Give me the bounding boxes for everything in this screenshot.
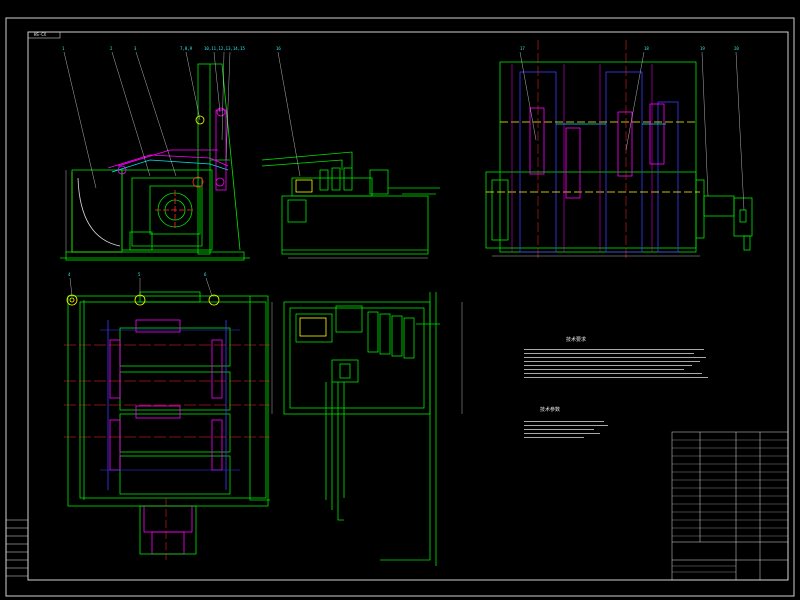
note-line: [524, 357, 706, 358]
specs-heading: 技术参数: [540, 407, 561, 413]
callout-3: 3: [134, 46, 137, 51]
callout-18: 18: [644, 46, 649, 51]
spec-line: [524, 425, 608, 426]
rear-view: [485, 40, 753, 260]
callout-16: 16: [276, 46, 281, 51]
hydraulic-station-plan: [271, 292, 463, 566]
outer-frame: [5, 17, 795, 597]
cad-drawing-canvas: [5, 17, 795, 597]
spec-line: [524, 437, 584, 438]
note-line: [524, 349, 704, 350]
spec-line: [524, 421, 604, 422]
callout-19: 19: [700, 46, 705, 51]
side-view: [60, 51, 250, 261]
spec-line: [524, 433, 600, 434]
callout-20: 20: [734, 46, 739, 51]
callout-6: 6: [204, 272, 207, 277]
specs-lines: [524, 418, 614, 441]
title-tag: HS-CX: [34, 32, 47, 37]
notes-heading: 技术要求: [566, 337, 587, 343]
plan-view: [64, 277, 270, 560]
callout-17: 17: [520, 46, 525, 51]
callout-10-15: 10,11,12,13,14,15: [204, 46, 245, 51]
note-line: [524, 369, 684, 370]
callout-7-8-9: 7,8,9: [180, 46, 193, 51]
callout-2: 2: [110, 46, 113, 51]
note-line: [524, 365, 692, 366]
spec-line: [524, 429, 594, 430]
hydraulic-station-front: [261, 51, 440, 259]
callout-1: 1: [62, 46, 65, 51]
note-line: [524, 377, 708, 378]
note-line: [524, 353, 694, 354]
callout-4: 4: [68, 272, 71, 277]
note-line: [524, 373, 702, 374]
note-line: [524, 361, 700, 362]
callout-5: 5: [138, 272, 141, 277]
notes-lines: [524, 346, 714, 381]
